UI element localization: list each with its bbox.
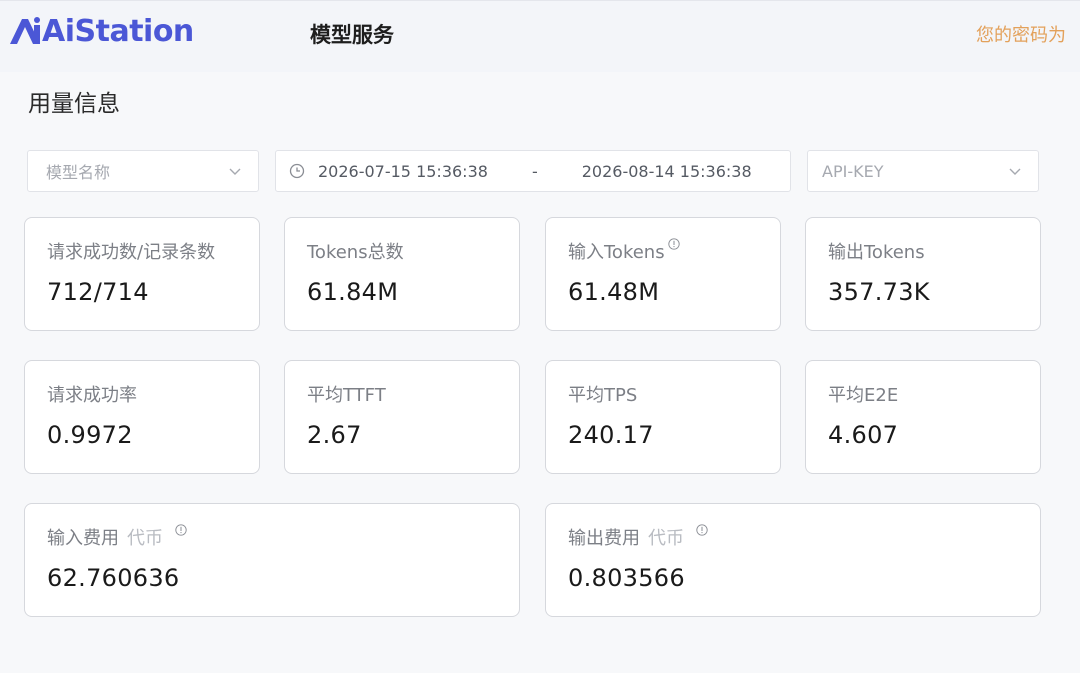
stat-label: 请求成功数/记录条数	[47, 242, 216, 263]
stat-label: 输入Tokens	[568, 242, 665, 263]
cost-value: 62.760636	[47, 564, 180, 592]
stat-label: 输出Tokens	[828, 242, 925, 263]
stat-label-wrap: 输入Tokens	[568, 238, 680, 264]
stat-value: 4.607	[828, 421, 899, 449]
stat-label: 平均E2E	[828, 385, 899, 406]
model-name-select[interactable]: 模型名称	[27, 150, 259, 192]
password-notice: 您的密码为	[976, 25, 1066, 46]
cost-unit: 代币	[648, 528, 684, 549]
cost-unit: 代币	[127, 528, 163, 549]
cost-label-wrap: 输入费用 代币	[47, 524, 187, 550]
api-key-placeholder: API-KEY	[822, 161, 884, 181]
info-icon[interactable]	[175, 524, 187, 536]
stat-card-success-count: 请求成功数/记录条数 712/714	[24, 217, 260, 331]
stat-label: 请求成功率	[47, 385, 137, 406]
stat-card-success-rate: 请求成功率 0.9972	[24, 360, 260, 474]
start-date[interactable]: 2026-07-15 15:36:38	[318, 162, 488, 181]
logo-mark-icon	[10, 17, 40, 44]
stat-label: 平均TTFT	[307, 385, 386, 406]
aistation-logo[interactable]: AiStation	[8, 11, 194, 51]
cost-card-output: 输出费用 代币 0.803566	[545, 503, 1041, 617]
logo-text: AiStation	[42, 13, 194, 49]
date-range-picker[interactable]: 2026-07-15 15:36:38 - 2026-08-14 15:36:3…	[275, 150, 791, 192]
stat-card-total-tokens: Tokens总数 61.84M	[284, 217, 520, 331]
stat-value: 61.84M	[307, 278, 399, 306]
stat-value: 0.9972	[47, 421, 133, 449]
cost-label: 输出费用	[568, 528, 640, 549]
clock-icon	[289, 163, 305, 179]
stat-card-input-tokens: 输入Tokens 61.48M	[545, 217, 781, 331]
page-title: 用量信息	[28, 91, 120, 117]
stat-card-output-tokens: 输出Tokens 357.73K	[805, 217, 1041, 331]
stat-value: 240.17	[568, 421, 654, 449]
end-date[interactable]: 2026-08-14 15:36:38	[582, 162, 752, 181]
stat-value: 357.73K	[828, 278, 930, 306]
stat-value: 2.67	[307, 421, 362, 449]
stat-label: 平均TPS	[568, 385, 638, 406]
chevron-down-icon	[229, 168, 241, 175]
stat-card-avg-e2e: 平均E2E 4.607	[805, 360, 1041, 474]
top-bar: AiStation 模型服务 您的密码为	[0, 0, 1080, 72]
info-icon[interactable]	[667, 238, 680, 250]
nav-title[interactable]: 模型服务	[310, 19, 394, 49]
stat-value: 61.48M	[568, 278, 660, 306]
stat-label: Tokens总数	[307, 242, 404, 263]
api-key-select[interactable]: API-KEY	[807, 150, 1039, 192]
info-icon[interactable]	[696, 524, 708, 536]
cost-label: 输入费用	[47, 528, 119, 549]
chevron-down-icon	[1009, 168, 1021, 175]
stat-card-avg-tps: 平均TPS 240.17	[545, 360, 781, 474]
date-separator: -	[531, 161, 538, 181]
cost-card-input: 输入费用 代币 62.760636	[24, 503, 520, 617]
stat-value: 712/714	[47, 278, 149, 306]
cost-value: 0.803566	[568, 564, 685, 592]
stat-card-avg-ttft: 平均TTFT 2.67	[284, 360, 520, 474]
model-name-placeholder: 模型名称	[46, 163, 111, 182]
cost-label-wrap: 输出费用 代币	[568, 524, 708, 550]
